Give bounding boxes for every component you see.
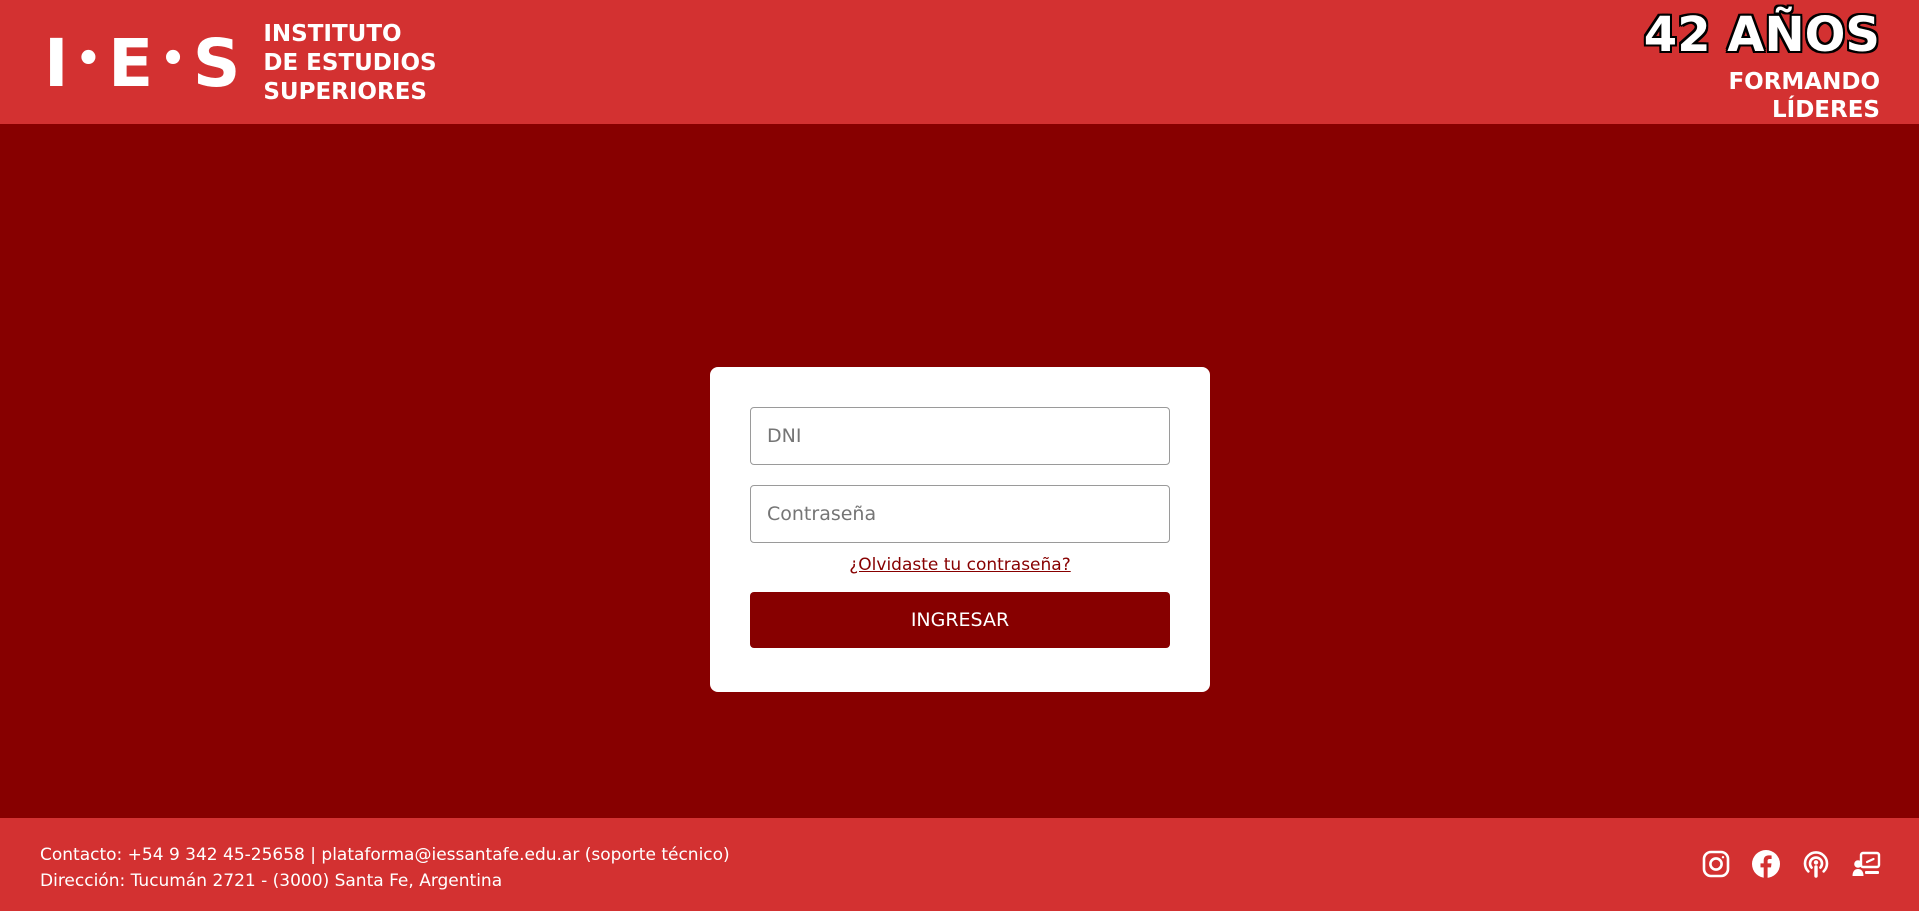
login-button[interactable]: INGRESAR [750, 592, 1170, 648]
anniversary-tagline: 42 AÑOS FORMANDO LÍDERES [1644, 8, 1880, 124]
podcast-icon[interactable] [1801, 849, 1831, 879]
site-footer: Contacto: +54 9 342 45-25658 | plataform… [0, 818, 1919, 911]
institution-logo[interactable]: I •E •S INSTITUTO DE ESTUDIOS SUPERIORES [44, 20, 437, 107]
institution-name-line: DE ESTUDIOS [263, 50, 437, 76]
social-links [1701, 849, 1881, 879]
tagline-years: 42 AÑOS [1643, 7, 1880, 63]
institution-name-line: INSTITUTO [263, 21, 402, 47]
site-header: I •E •S INSTITUTO DE ESTUDIOS SUPERIORES 4… [0, 0, 1919, 124]
contact-line: Contacto: +54 9 342 45-25658 | plataform… [40, 845, 730, 865]
tagline-line: LÍDERES [1771, 97, 1880, 123]
address-line: Dirección: Tucumán 2721 - (3000) Santa F… [40, 871, 503, 891]
instagram-icon[interactable] [1701, 849, 1731, 879]
dni-input[interactable] [750, 407, 1170, 465]
institution-name: INSTITUTO DE ESTUDIOS SUPERIORES [263, 20, 436, 107]
presenter-icon[interactable] [1851, 849, 1881, 879]
institution-name-line: SUPERIORES [263, 79, 427, 105]
tagline-slogan: FORMANDO LÍDERES [1644, 68, 1880, 124]
ies-logo-mark: I •E •S [44, 24, 242, 102]
facebook-icon[interactable] [1751, 849, 1781, 879]
tagline-line: FORMANDO [1728, 69, 1880, 95]
contact-info: Contacto: +54 9 342 45-25658 | plataform… [40, 842, 730, 894]
login-form: ¿Olvidaste tu contraseña? INGRESAR [710, 367, 1210, 692]
forgot-password-link[interactable]: ¿Olvidaste tu contraseña? [750, 555, 1170, 575]
password-input[interactable] [750, 485, 1170, 543]
